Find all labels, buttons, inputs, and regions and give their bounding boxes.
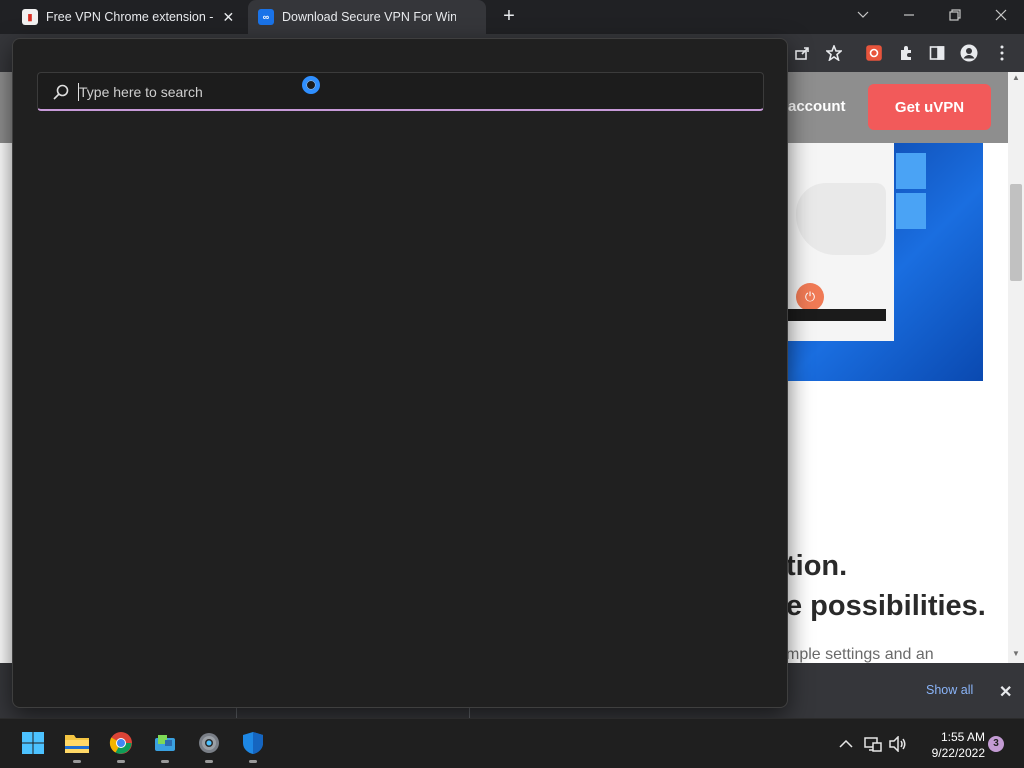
taskbar-clock[interactable]: 1:55 AM 9/22/2022 [913,729,985,761]
minimize-button[interactable] [886,0,932,30]
world-map-image [796,183,886,255]
share-icon[interactable] [792,43,812,63]
tab-free-vpn[interactable]: ▮ Free VPN Chrome extension - Be ✕ [12,0,246,34]
search-icon [52,83,70,101]
volume-icon[interactable] [889,735,907,753]
hero-subtitle: mple settings and an [786,646,934,663]
scroll-thumb[interactable] [1010,184,1022,281]
show-all-downloads-link[interactable]: Show all [926,683,973,697]
new-tab-button[interactable]: + [499,6,519,26]
tab-title: Download Secure VPN For Windo [282,10,456,24]
tab-search-icon[interactable] [840,0,886,30]
hero-heading-line2: e possibilities. [786,590,986,622]
scroll-down-arrow-icon[interactable]: ▼ [1012,650,1020,658]
show-hidden-icons-chevron-icon[interactable] [837,735,855,753]
tab-strip: ▮ Free VPN Chrome extension - Be ✕ ∞ Dow… [0,0,1024,34]
running-indicator [205,760,213,763]
tab-download-secure-vpn[interactable]: ∞ Download Secure VPN For Windo [248,0,486,34]
close-tab-icon[interactable]: ✕ [221,9,236,26]
tab-title: Free VPN Chrome extension - Be [46,10,213,24]
settings-icon[interactable] [196,730,222,763]
get-uvpn-button[interactable]: Get uVPN [868,84,991,130]
side-panel-icon[interactable] [927,43,947,63]
browser-menu-icon[interactable] [992,43,1012,63]
running-indicator [73,760,81,763]
account-link[interactable]: account [788,98,846,115]
page-scrollbar[interactable]: ▲ ▼ [1008,72,1024,663]
profile-avatar-icon[interactable] [959,43,979,63]
search-box[interactable] [37,72,764,111]
chrome-icon[interactable] [108,730,134,763]
search-input[interactable] [79,79,719,105]
running-indicator [117,760,125,763]
download-divider [469,707,470,718]
bookmark-star-icon[interactable] [824,43,844,63]
scroll-up-arrow-icon[interactable]: ▲ [1012,74,1020,82]
windows-search-panel [12,38,788,708]
file-explorer-icon[interactable] [64,730,90,763]
download-divider [236,707,237,718]
power-icon: ⏻ [796,283,824,311]
extensions-puzzle-icon[interactable] [896,43,916,63]
close-window-button[interactable] [978,0,1024,30]
close-download-bar-icon[interactable]: ✕ [999,682,1012,702]
start-icon[interactable] [20,730,46,756]
notification-badge[interactable]: 3 [988,736,1004,752]
clock-date: 9/22/2022 [931,746,985,760]
extension-red-icon[interactable] [864,43,884,63]
laptop-stand [786,309,886,321]
windows-security-icon[interactable] [240,730,266,763]
hero-heading-line1: tion. [786,550,848,582]
clock-time: 1:55 AM [940,730,985,744]
laptop-screenshot-image: ⏻ [786,143,983,381]
cortana-icon[interactable] [302,76,320,94]
tab-favicon-icon: ▮ [22,9,38,25]
app-icon[interactable] [152,730,178,763]
windows-logo-icon [896,153,926,231]
running-indicator [249,760,257,763]
tab-favicon-icon: ∞ [258,9,274,25]
taskbar: 1:55 AM 9/22/2022 3 [0,718,1024,768]
network-icon[interactable] [864,735,882,753]
running-indicator [161,760,169,763]
restore-button[interactable] [932,0,978,30]
